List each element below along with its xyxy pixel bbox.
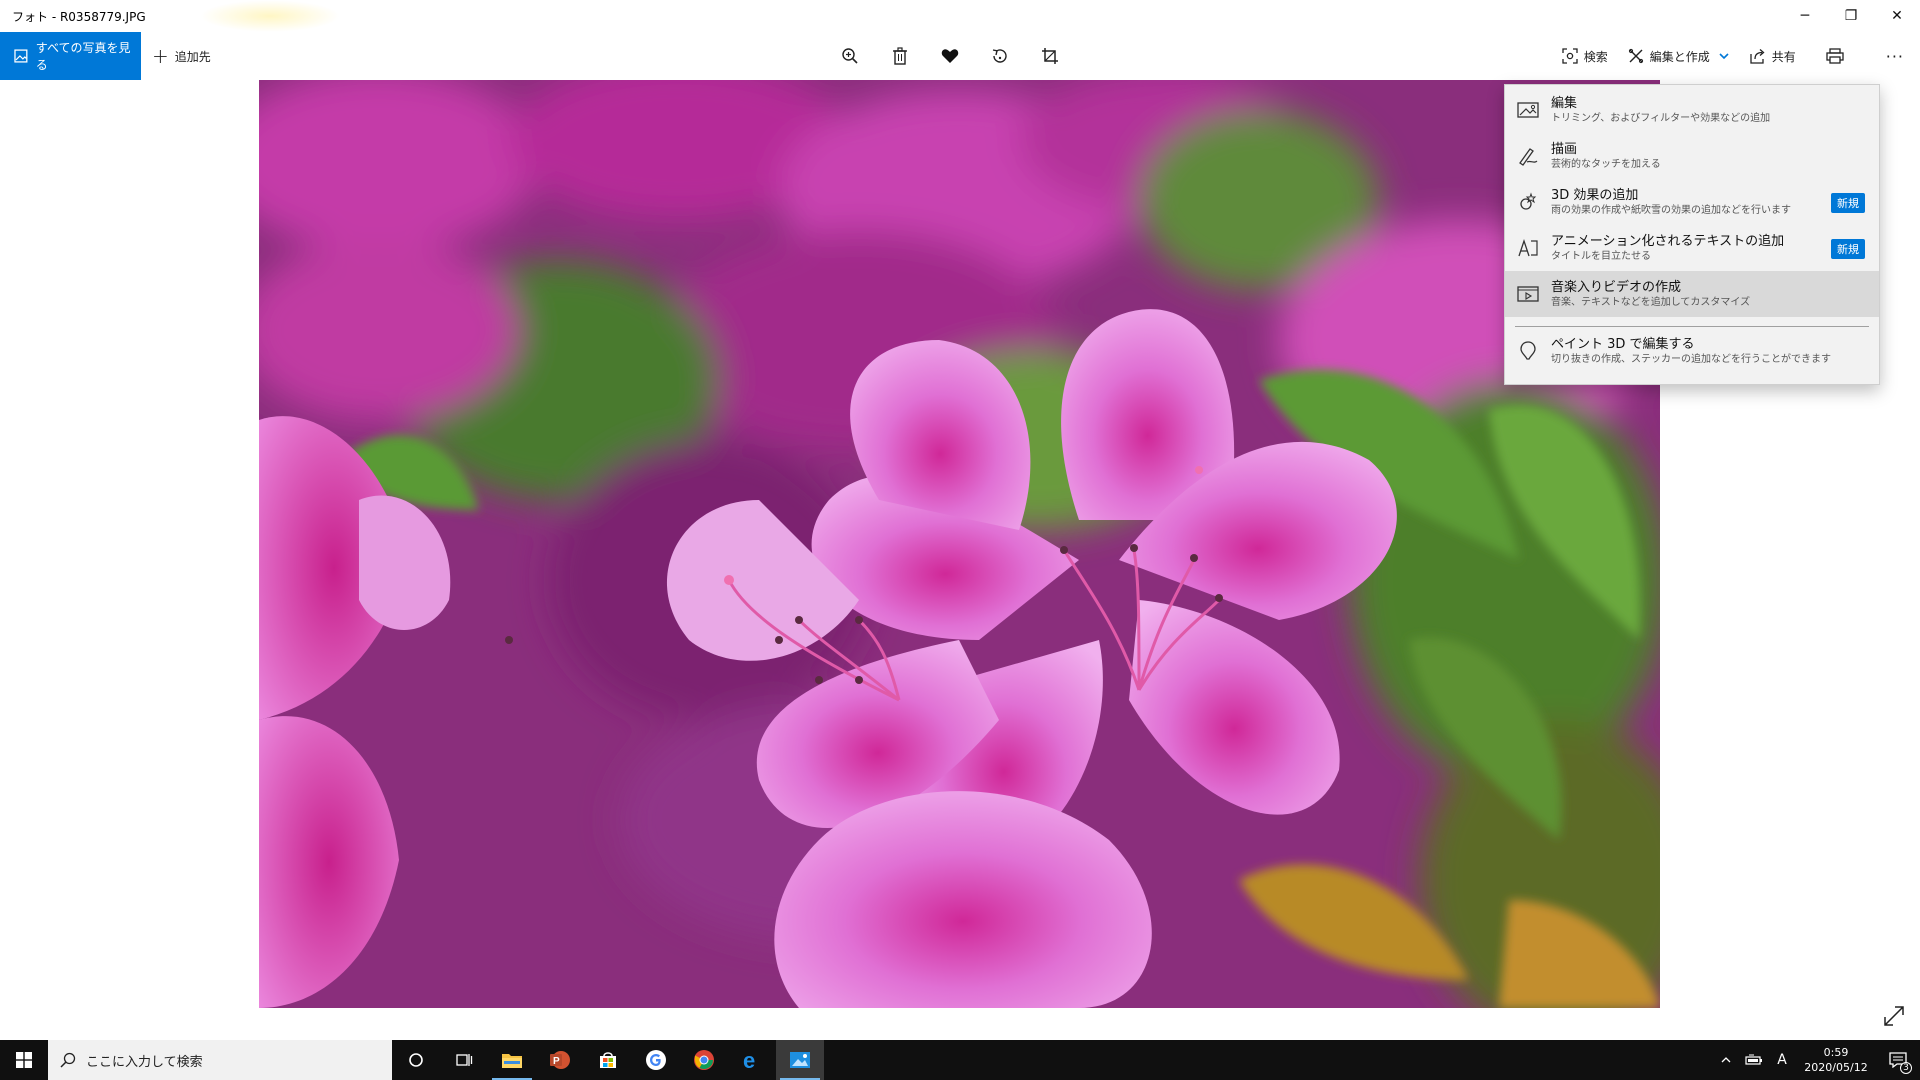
search-button[interactable]: 検索 — [1552, 32, 1618, 80]
window-title: フォト - R0358779.JPG — [12, 9, 146, 24]
menu-item-draw-subtitle: 芸術的なタッチを加える — [1551, 158, 1661, 170]
photo-image — [259, 80, 1660, 1008]
store-icon[interactable] — [584, 1040, 632, 1080]
edit-create-menu: 編集 トリミング、およびフィルターや効果などの追加 描画 芸術的なタッチを加える… — [1504, 84, 1880, 385]
rotate-icon[interactable] — [986, 42, 1014, 70]
crop-icon[interactable] — [1036, 42, 1064, 70]
menu-item-edit-title: 編集 — [1551, 95, 1578, 111]
chevron-up-icon[interactable] — [1712, 1040, 1740, 1080]
center-tools — [836, 32, 1064, 80]
taskbar-search[interactable]: ここに入力して検索 — [48, 1040, 392, 1080]
clock-date: 2020/05/12 — [1804, 1061, 1868, 1074]
minimize-button[interactable]: ─ — [1782, 0, 1828, 32]
share-label: 共有 — [1771, 49, 1796, 64]
edit-create-button[interactable]: 編集と作成 — [1618, 32, 1740, 80]
menu-item-draw[interactable]: 描画 芸術的なタッチを加える — [1505, 133, 1879, 179]
svg-text:e: e — [743, 1049, 755, 1071]
edit-create-label: 編集と作成 — [1649, 49, 1710, 64]
edit-create-icon — [1628, 48, 1643, 64]
taskbar-search-placeholder: ここに入力して検索 — [86, 1054, 203, 1070]
battery-icon[interactable] — [1740, 1040, 1768, 1080]
menu-divider — [1515, 326, 1869, 327]
search-icon — [60, 1052, 76, 1068]
edit-image-icon — [1505, 101, 1551, 119]
chrome-icon[interactable] — [680, 1040, 728, 1080]
restore-button[interactable]: ❐ — [1828, 0, 1874, 32]
menu-item-3d-effects-subtitle: 雨の効果の作成や紙吹雪の効果の追加などを行います — [1551, 204, 1791, 216]
edge-icon[interactable]: e — [728, 1040, 776, 1080]
notification-count: 3 — [1900, 1062, 1912, 1074]
start-button[interactable] — [0, 1040, 48, 1080]
menu-item-3d-effects-title: 3D 効果の追加 — [1551, 187, 1639, 203]
plus-icon: + — [152, 44, 169, 68]
menu-item-animated-text-title: アニメーション化されるテキストの追加 — [1551, 233, 1785, 249]
windows-icon — [16, 1052, 32, 1068]
more-button[interactable]: ··· — [1870, 32, 1920, 80]
powerpoint-icon[interactable]: P — [536, 1040, 584, 1080]
menu-item-3d-effects[interactable]: 3D 効果の追加 雨の効果の作成や紙吹雪の効果の追加などを行います 新規 — [1505, 179, 1879, 225]
print-icon[interactable] — [1806, 32, 1870, 80]
chevron-down-icon — [1719, 53, 1729, 60]
system-tray: A 0:59 2020/05/12 3 — [1712, 1040, 1920, 1080]
zoom-icon[interactable] — [836, 42, 864, 70]
app-toolbar: すべての写真を見る + 追加先 検索 編集と作成 共有 ··· — [0, 32, 1920, 80]
file-explorer-icon[interactable] — [488, 1040, 536, 1080]
photos-icon[interactable] — [776, 1040, 824, 1080]
close-button[interactable]: ✕ — [1874, 0, 1920, 32]
menu-item-edit[interactable]: 編集 トリミング、およびフィルターや効果などの追加 — [1505, 87, 1879, 133]
new-badge: 新規 — [1831, 239, 1865, 259]
add-to-label: 追加先 — [174, 49, 211, 64]
visual-search-icon — [1562, 48, 1578, 64]
menu-item-paint3d-title: ペイント 3D で編集する — [1551, 336, 1695, 352]
share-button[interactable]: 共有 — [1740, 32, 1806, 80]
menu-item-video-subtitle: 音楽、テキストなどを追加してカスタマイズ — [1551, 296, 1751, 308]
menu-item-video[interactable]: 音楽入りビデオの作成 音楽、テキストなどを追加してカスタマイズ — [1505, 271, 1879, 317]
menu-item-paint3d[interactable]: ペイント 3D で編集する 切り抜きの作成、ステッカーの追加などを行うことができ… — [1505, 328, 1879, 374]
title-bar: フォト - R0358779.JPG ─ ❐ ✕ — [0, 0, 1920, 32]
photos-gallery-icon — [14, 49, 28, 63]
google-icon[interactable] — [632, 1040, 680, 1080]
video-icon — [1505, 285, 1551, 303]
title-glow — [200, 0, 340, 32]
all-photos-button[interactable]: すべての写真を見る — [0, 32, 141, 80]
ime-indicator[interactable]: A — [1768, 1040, 1796, 1080]
draw-icon — [1505, 146, 1551, 166]
animated-text-icon — [1505, 238, 1551, 258]
azalea-photo — [259, 80, 1660, 1008]
add-to-button[interactable]: + 追加先 — [152, 32, 211, 80]
favorite-icon[interactable] — [936, 42, 964, 70]
menu-item-animated-text[interactable]: アニメーション化されるテキストの追加 タイトルを目立たせる 新規 — [1505, 225, 1879, 271]
effects-3d-icon — [1505, 192, 1551, 212]
fullscreen-icon[interactable] — [1882, 1004, 1906, 1028]
taskbar: ここに入力して検索 P e A 0:59 2020/05/12 3 — [0, 1040, 1920, 1080]
window-controls: ─ ❐ ✕ — [1782, 0, 1920, 32]
share-icon — [1750, 49, 1765, 64]
notification-center-button[interactable]: 3 — [1876, 1040, 1920, 1080]
menu-item-animated-text-subtitle: タイトルを目立たせる — [1551, 250, 1651, 262]
menu-item-edit-subtitle: トリミング、およびフィルターや効果などの追加 — [1551, 112, 1771, 124]
delete-icon[interactable] — [886, 42, 914, 70]
new-badge: 新規 — [1831, 193, 1865, 213]
svg-text:P: P — [553, 1056, 560, 1067]
cortana-icon[interactable] — [392, 1040, 440, 1080]
clock[interactable]: 0:59 2020/05/12 — [1796, 1045, 1876, 1075]
right-tools: 検索 編集と作成 共有 ··· — [1552, 32, 1920, 80]
task-view-icon[interactable] — [440, 1040, 488, 1080]
menu-item-video-title: 音楽入りビデオの作成 — [1551, 279, 1682, 295]
all-photos-label: すべての写真を見る — [35, 41, 131, 72]
menu-item-paint3d-subtitle: 切り抜きの作成、ステッカーの追加などを行うことができます — [1551, 353, 1831, 365]
clock-time: 0:59 — [1823, 1046, 1849, 1059]
search-label: 検索 — [1583, 49, 1608, 64]
paint3d-icon — [1505, 340, 1551, 362]
menu-item-draw-title: 描画 — [1551, 141, 1578, 157]
